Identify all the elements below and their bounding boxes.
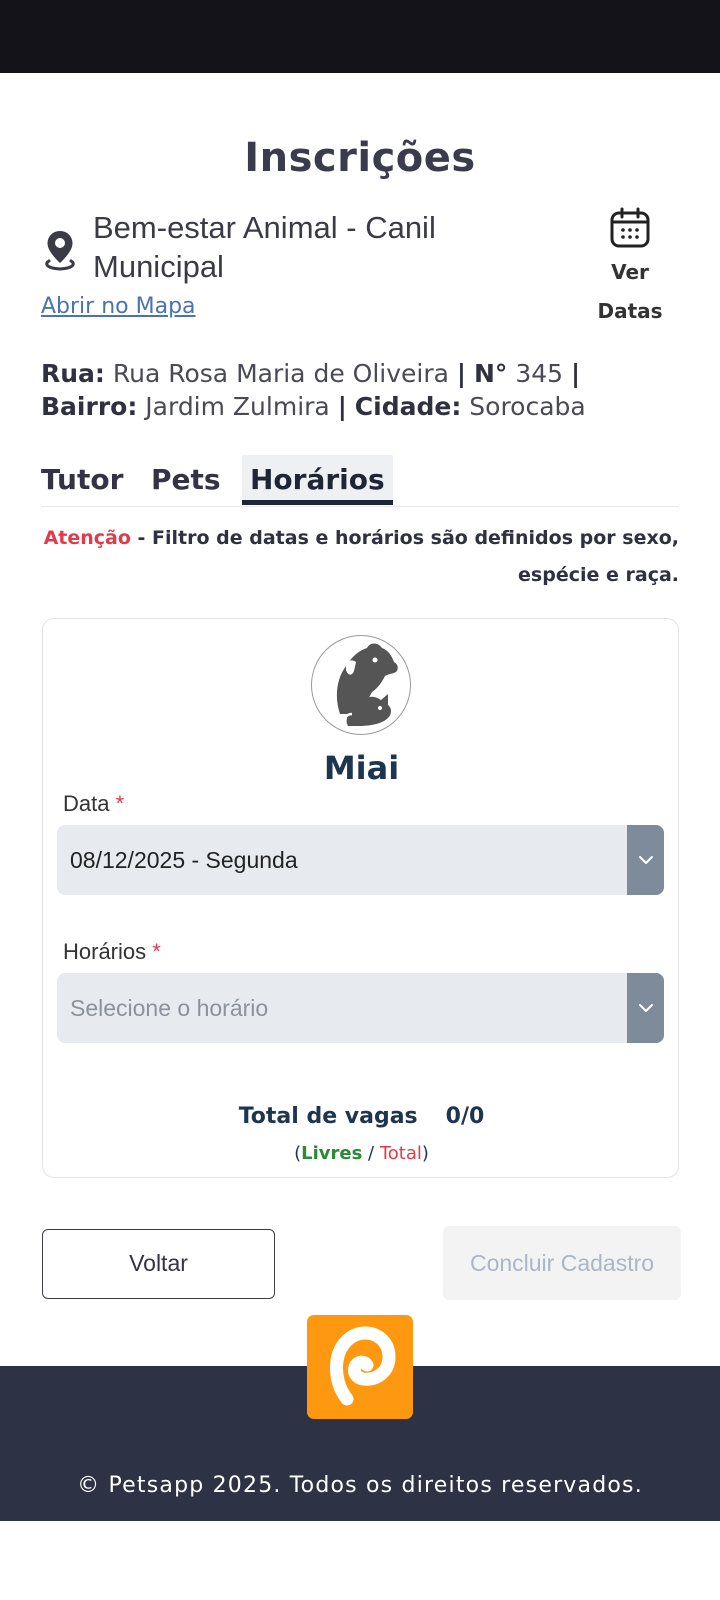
open-map-link[interactable]: Abrir no Mapa: [41, 294, 196, 319]
total-vacancies: Total de vagas 0/0: [238, 1104, 485, 1129]
vacancies-count: 0/0: [445, 1104, 485, 1129]
chevron-down-icon: [639, 856, 653, 864]
time-select-placeholder: Selecione o horário: [70, 995, 269, 1021]
view-dates-button[interactable]: Ver Datas: [585, 207, 675, 331]
tab-tutor[interactable]: Tutor: [41, 455, 123, 505]
date-select[interactable]: 08/12/2025 - Segunda: [57, 825, 664, 895]
finish-registration-button[interactable]: Concluir Cadastro: [443, 1226, 681, 1300]
calendar-icon: [610, 207, 650, 248]
vacancies-legend: (Livres / Total): [294, 1143, 429, 1164]
date-label: Data *: [63, 791, 125, 816]
time-select[interactable]: Selecione o horário: [57, 973, 664, 1043]
pet-avatar: [311, 635, 411, 735]
chevron-down-icon: [639, 1004, 653, 1012]
time-label: Horários *: [63, 939, 161, 964]
petsapp-logo-icon: [330, 1326, 396, 1406]
date-select-value: 08/12/2025 - Segunda: [70, 847, 298, 873]
date-select-arrow[interactable]: [627, 825, 664, 895]
time-select-arrow[interactable]: [627, 973, 664, 1043]
view-dates-label: Ver Datas: [597, 260, 663, 323]
status-bar: [0, 0, 720, 73]
copyright: © Petsapp 2025. Todos os direitos reserv…: [77, 1473, 643, 1498]
map-pin-icon: [45, 231, 75, 271]
attention-notice: Atenção - Filtro de datas e horários são…: [43, 527, 679, 586]
location-name: Bem-estar Animal - Canil Municipal: [93, 210, 436, 284]
address: Rua: Rua Rosa Maria de Oliveira | N° 345…: [41, 359, 586, 421]
back-button[interactable]: Voltar: [42, 1229, 275, 1299]
petsapp-logo: [307, 1315, 413, 1419]
tab-pets[interactable]: Pets: [151, 455, 221, 505]
pet-name: Miai: [323, 749, 400, 787]
tab-bar: Tutor Pets Horários: [41, 455, 679, 507]
page-title: Inscrições: [244, 135, 476, 181]
dog-cat-icon: [336, 643, 398, 727]
tab-horarios[interactable]: Horários: [242, 455, 393, 505]
schedule-card: Miai Data * 08/12/2025 - Segunda Horário…: [42, 618, 679, 1178]
